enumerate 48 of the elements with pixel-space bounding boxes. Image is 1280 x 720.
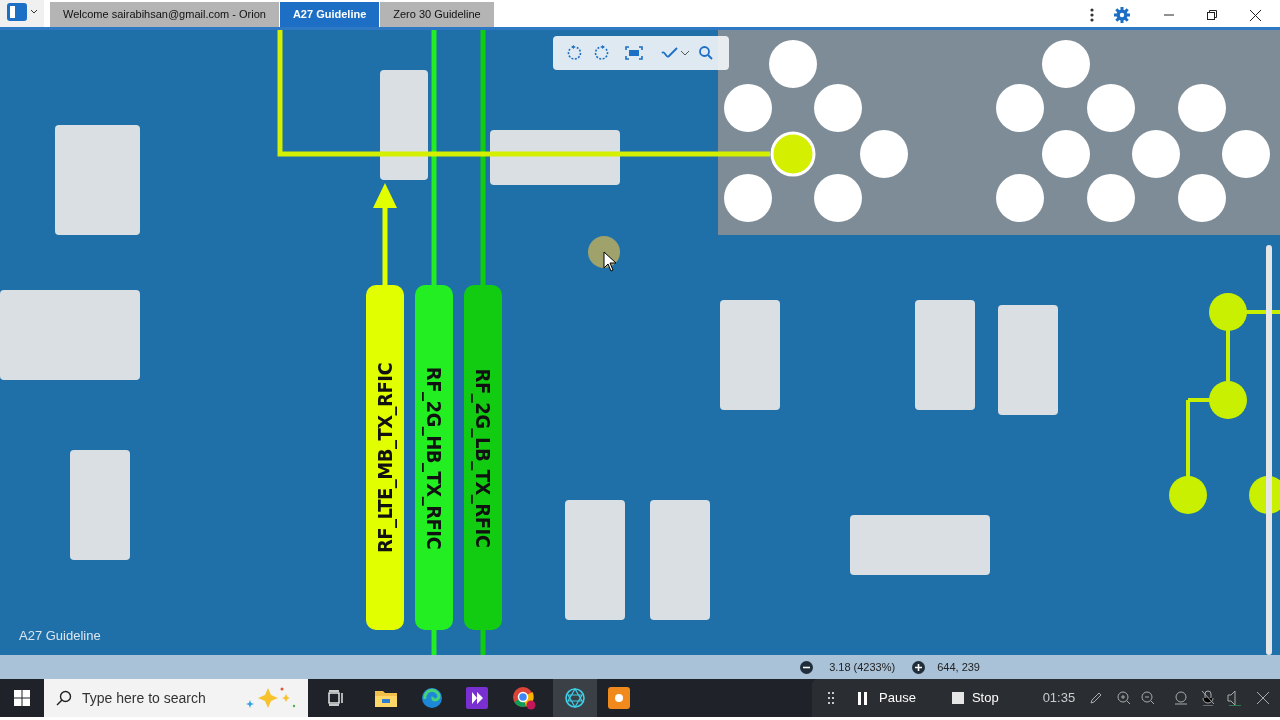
draw-icon[interactable] [661, 46, 679, 60]
pause-button[interactable]: Pause [858, 688, 916, 708]
zoom-level: 3.18 (4233%) [829, 659, 896, 675]
fit-screen-icon[interactable] [625, 46, 643, 60]
network-globe-icon [564, 687, 586, 709]
microphone-icon[interactable] [1201, 690, 1216, 706]
chrome-icon[interactable] [512, 686, 536, 710]
more-icon[interactable] [1090, 8, 1094, 22]
recording-time: 01:35 [1042, 689, 1076, 708]
taskbar-search-field[interactable]: Type here to search [44, 679, 308, 717]
cursor-coordinates: 644, 239 [937, 659, 980, 675]
stop-button[interactable]: Stop [951, 688, 999, 708]
chevron-down-icon[interactable] [681, 50, 689, 56]
task-view-icon[interactable] [328, 690, 344, 706]
tab[interactable]: Welcome sairabihsan@gmail.com - Orion [50, 2, 279, 27]
drag-handle-icon[interactable] [828, 692, 834, 704]
chevron-down-icon [31, 10, 37, 14]
speaker-icon[interactable] [1227, 690, 1244, 706]
search-icon [56, 690, 72, 706]
settings-icon[interactable] [1114, 7, 1130, 23]
rotate-left-icon[interactable] [566, 45, 582, 61]
signal-label: RF_LTE_MB_TX_RFIC [366, 285, 404, 630]
zoom-out-icon[interactable] [800, 660, 814, 674]
signal-label: RF_2G_LB_TX_RFIC [464, 285, 502, 630]
app-menu-button[interactable] [0, 0, 44, 27]
restore-icon[interactable] [1207, 10, 1217, 20]
folder-icon[interactable] [375, 689, 397, 707]
sparkles-icon [246, 686, 296, 710]
rotate-right-icon[interactable] [594, 45, 610, 61]
recorder-app-icon[interactable] [608, 687, 630, 709]
stop-icon [951, 692, 964, 704]
webcam-icon[interactable] [1173, 691, 1190, 705]
taskbar-app-button[interactable] [553, 679, 597, 717]
tab[interactable]: Zero 30 Guideline [380, 2, 494, 27]
pause-icon [858, 691, 867, 705]
close-icon[interactable] [1257, 692, 1270, 704]
signal-label: RF_2G_HB_TX_RFIC [415, 285, 453, 630]
tab[interactable]: A27 Guideline [279, 2, 380, 27]
app-icon [7, 3, 27, 21]
windows-logo-icon [14, 690, 30, 706]
browser-icon[interactable] [421, 687, 443, 709]
viewer-caption: A27 Guideline [19, 626, 101, 645]
zoom-in-icon[interactable] [912, 660, 926, 674]
video-editor-icon[interactable] [466, 687, 488, 709]
pencil-icon[interactable] [1089, 691, 1104, 705]
search-icon[interactable] [699, 46, 713, 60]
scrollbar[interactable] [1266, 245, 1272, 655]
close-icon[interactable] [1250, 9, 1261, 21]
